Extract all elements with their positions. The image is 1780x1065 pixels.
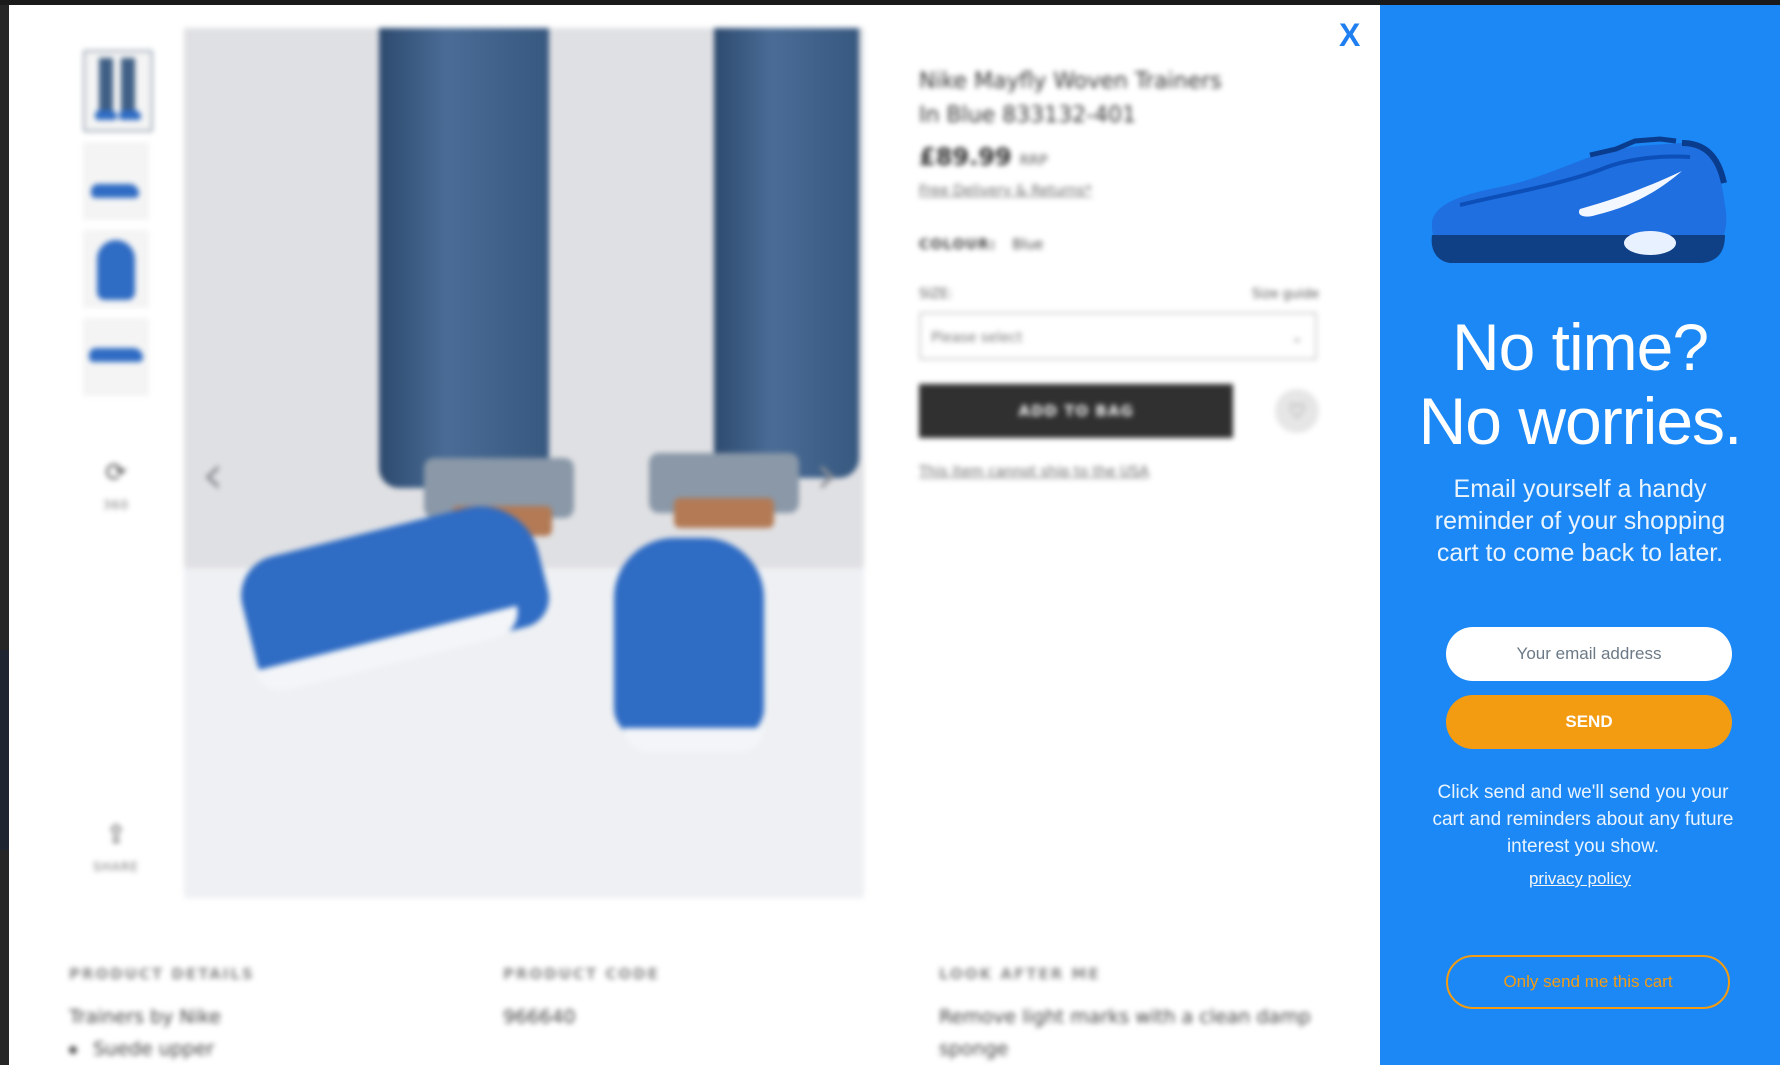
close-icon[interactable]: X: [1339, 15, 1360, 55]
size-select[interactable]: Please select ⌄: [919, 312, 1317, 360]
save-for-later-button[interactable]: ♡: [1275, 389, 1319, 433]
size-select-value: Please select: [931, 330, 1023, 346]
reminder-panel: No time? No worries. Email yourself a ha…: [1380, 5, 1780, 1065]
colour-value: Blue: [1012, 237, 1044, 253]
blurred-product-page: ⟳ 360 ⇪ SHARE ‹ › Nike Mayfly Woven Trai…: [9, 5, 1380, 1065]
code-column: PRODUCT CODE 966640: [503, 965, 863, 1033]
details-line: Trainers by Nike: [69, 1006, 221, 1028]
care-column: LOOK AFTER ME Remove light marks with a …: [939, 965, 1329, 1065]
panel-headline: No time? No worries.: [1380, 310, 1780, 458]
product-title-line-1: Nike Mayfly Woven Trainers: [919, 69, 1222, 94]
heart-icon: ♡: [1288, 399, 1307, 423]
delivery-link[interactable]: Free Delivery & Returns*: [919, 183, 1319, 199]
headline-line-1: No time?: [1451, 310, 1709, 384]
details-line: 966640: [503, 1006, 576, 1028]
send-button[interactable]: SEND: [1446, 695, 1732, 749]
thumbnail-2[interactable]: [83, 142, 149, 220]
size-row: SIZE: Size guide: [919, 287, 1319, 302]
privacy-policy-link[interactable]: privacy policy: [1380, 869, 1780, 889]
share-icon: ⇪: [105, 820, 127, 850]
backdrop-stripe: [0, 650, 9, 850]
product-title-line-2: In Blue 833132-401: [919, 103, 1137, 128]
thumbnail-3[interactable]: [83, 230, 149, 308]
details-heading: PRODUCT DETAILS: [69, 965, 255, 983]
shipping-note[interactable]: This item cannot ship to the USA: [919, 464, 1319, 480]
product-info: Nike Mayfly Woven Trainers In Blue 83313…: [919, 65, 1319, 480]
panel-subtext: Email yourself a handy reminder of your …: [1434, 475, 1726, 567]
bag-row: ADD TO BAG ♡: [919, 384, 1319, 438]
thumbnail-4[interactable]: [83, 318, 149, 396]
view-360-button[interactable]: ⟳ 360: [83, 458, 149, 512]
add-to-bag-button[interactable]: ADD TO BAG: [919, 384, 1234, 438]
price-value: £89.99: [919, 143, 1012, 171]
share-button[interactable]: ⇪ SHARE: [83, 820, 149, 874]
details-heading: PRODUCT CODE: [503, 965, 660, 983]
details-line: Suede upper: [93, 1038, 215, 1060]
details-line: Remove light marks with a clean damp: [939, 1006, 1311, 1028]
cart-reminder-modal: ⟳ 360 ⇪ SHARE ‹ › Nike Mayfly Woven Trai…: [9, 5, 1780, 1065]
colour-row: COLOUR: Blue: [919, 237, 1319, 253]
send-explanation: Click send and we'll send you your cart …: [1432, 782, 1734, 857]
details-text: Trainers by Nike Suede upper: [69, 1001, 429, 1065]
chevron-left-icon[interactable]: ‹: [202, 448, 224, 502]
details-bullet-line: Suede upper: [69, 1033, 429, 1065]
email-field[interactable]: [1446, 627, 1732, 681]
price-note: RRP: [1019, 153, 1048, 169]
product-price: £89.99 RRP: [919, 143, 1319, 171]
chevron-down-icon: ⌄: [1291, 330, 1303, 346]
details-text: Remove light marks with a clean damp spo…: [939, 1001, 1329, 1065]
details-column: PRODUCT DETAILS Trainers by Nike Suede u…: [69, 965, 429, 1065]
view-360-label: 360: [103, 498, 129, 512]
share-label: SHARE: [93, 860, 139, 874]
only-send-cart-button[interactable]: Only send me this cart: [1446, 955, 1730, 1009]
size-guide-link[interactable]: Size guide: [1252, 287, 1319, 302]
product-hero-image: ‹ ›: [184, 28, 864, 898]
details-heading: LOOK AFTER ME: [939, 965, 1101, 983]
size-label: SIZE:: [919, 287, 953, 302]
details-line: sponge: [939, 1038, 1009, 1060]
headline-line-2: No worries.: [1418, 384, 1743, 458]
rotate-360-icon: ⟳: [105, 458, 127, 488]
chevron-right-icon[interactable]: ›: [816, 448, 838, 502]
thumbnail-1[interactable]: [83, 50, 153, 132]
sneaker-illustration: [1431, 136, 1727, 263]
colour-label: COLOUR:: [919, 237, 997, 253]
